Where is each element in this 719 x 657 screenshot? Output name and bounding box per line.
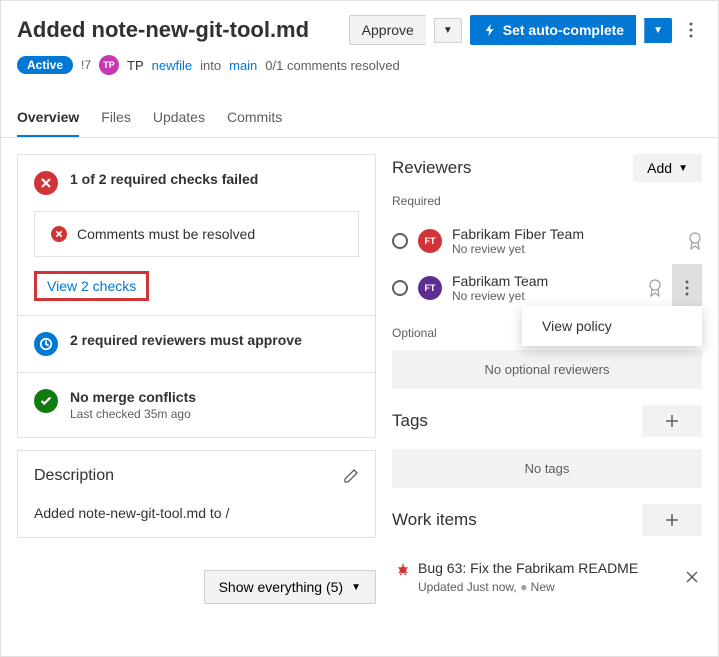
meta-row: Active !7 TP TP newfile into main 0/1 co… [17, 55, 702, 75]
reviewer-status: No review yet [452, 289, 638, 303]
clock-icon [34, 332, 58, 356]
status-badge: Active [17, 56, 73, 74]
policy-ribbon-icon [648, 279, 662, 297]
author-name: TP [127, 58, 144, 73]
required-label: Required [392, 194, 702, 208]
reviewer-avatar: FT [418, 229, 442, 253]
approve-dropdown[interactable]: ▼ [434, 18, 462, 43]
checks-card: 1 of 2 required checks failed Comments m… [17, 154, 376, 438]
tabs: Overview Files Updates Commits [1, 99, 718, 138]
description-heading: Description [34, 467, 114, 485]
reviewers-heading: Reviewers [392, 158, 471, 178]
more-actions-button[interactable] [680, 15, 702, 45]
add-reviewer-button[interactable]: Add ▼ [633, 154, 702, 182]
target-branch-link[interactable]: main [229, 58, 257, 73]
reviewer-row[interactable]: FT Fabrikam Team No review yet View poli… [392, 264, 702, 312]
fail-icon [34, 171, 58, 195]
policy-ribbon-icon [688, 232, 702, 250]
autocomplete-dropdown[interactable]: ▼ [644, 18, 672, 43]
lightning-icon [483, 23, 497, 37]
reviewer-status: No review yet [452, 242, 678, 256]
author-avatar[interactable]: TP [99, 55, 119, 75]
reviewer-more-button[interactable] [672, 264, 702, 312]
chevron-down-icon: ▼ [678, 163, 688, 174]
reviewer-vote-radio[interactable] [392, 280, 408, 296]
tags-section: Tags No tags [392, 405, 702, 488]
plus-icon [664, 413, 680, 429]
remove-work-item-button[interactable] [686, 571, 698, 583]
reviewer-avatar: FT [418, 276, 442, 300]
close-icon [686, 571, 698, 583]
tab-updates[interactable]: Updates [153, 99, 205, 137]
no-optional-reviewers: No optional reviewers [392, 350, 702, 389]
plus-icon [664, 512, 680, 528]
checks-summary: 1 of 2 required checks failed [70, 171, 258, 187]
reviewers-required-text: 2 required reviewers must approve [70, 332, 302, 348]
description-card: Description Added note-new-git-tool.md t… [17, 450, 376, 538]
reviewer-vote-radio[interactable] [392, 233, 408, 249]
page-title: Added note-new-git-tool.md [17, 17, 341, 43]
pr-id: !7 [81, 58, 91, 72]
tab-files[interactable]: Files [101, 99, 131, 137]
approve-button[interactable]: Approve [349, 15, 426, 45]
chevron-down-icon: ▼ [351, 582, 361, 593]
chevron-down-icon: ▼ [443, 25, 453, 36]
merge-checked-time: Last checked 35m ago [70, 407, 196, 421]
reviewers-section: Reviewers Add ▼ Required FT Fabrikam Fib… [392, 154, 702, 389]
work-items-section: Work items Bug 63: Fix the Fabrikam READ… [392, 504, 702, 606]
view-checks-link[interactable]: View 2 checks [34, 271, 149, 301]
description-body: Added note-new-git-tool.md to / [34, 505, 359, 521]
check-item: Comments must be resolved [34, 211, 359, 257]
add-work-item-button[interactable] [642, 504, 702, 536]
chevron-down-icon: ▼ [653, 25, 663, 36]
reviewer-name: Fabrikam Team [452, 273, 638, 289]
set-autocomplete-button[interactable]: Set auto-complete [470, 15, 636, 45]
header: Added note-new-git-tool.md Approve ▼ Set… [1, 1, 718, 83]
no-tags: No tags [392, 449, 702, 488]
tab-overview[interactable]: Overview [17, 99, 79, 137]
work-item-meta: Updated Just now, ● New [418, 580, 638, 594]
check-icon [34, 389, 58, 413]
more-vertical-icon [689, 22, 693, 38]
pencil-icon [343, 468, 359, 484]
work-items-heading: Work items [392, 510, 477, 530]
bug-icon [396, 562, 410, 576]
view-policy-menu-item[interactable]: View policy [522, 306, 702, 346]
reviewer-name: Fabrikam Fiber Team [452, 226, 678, 242]
reviewer-row[interactable]: FT Fabrikam Fiber Team No review yet [392, 218, 702, 264]
edit-description-button[interactable] [343, 468, 359, 484]
add-tag-button[interactable] [642, 405, 702, 437]
comments-resolved: 0/1 comments resolved [265, 58, 399, 73]
tags-heading: Tags [392, 411, 428, 431]
work-item-title: Bug 63: Fix the Fabrikam README [418, 560, 638, 576]
more-vertical-icon [685, 280, 689, 296]
work-item-row[interactable]: Bug 63: Fix the Fabrikam README Updated … [392, 548, 702, 606]
show-everything-button[interactable]: Show everything (5) ▼ [204, 570, 376, 604]
source-branch-link[interactable]: newfile [152, 58, 192, 73]
tab-commits[interactable]: Commits [227, 99, 282, 137]
fail-icon [51, 226, 67, 242]
merge-status: No merge conflicts [70, 389, 196, 405]
